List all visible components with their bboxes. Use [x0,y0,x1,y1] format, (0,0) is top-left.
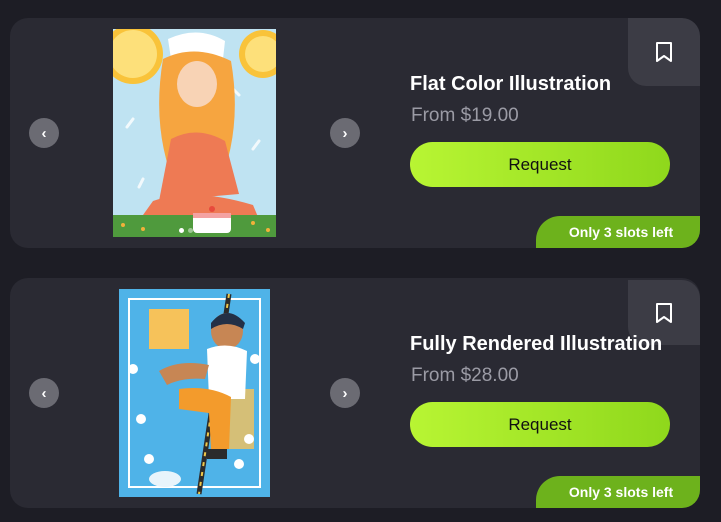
slots-left-badge: Only 3 slots left [536,216,700,248]
artwork-illustration [113,29,276,237]
bookmark-icon [656,302,672,323]
carousel-next-button[interactable]: › [330,378,360,408]
chevron-right-icon: › [342,384,348,402]
slots-left-badge: Only 3 slots left [536,476,700,508]
chevron-left-icon: ‹ [41,124,47,142]
request-button[interactable]: Request [410,402,670,447]
carousel-prev-button[interactable]: ‹ [29,118,59,148]
carousel-prev-button[interactable]: ‹ [29,378,59,408]
artwork-image[interactable] [119,289,270,497]
bookmark-button[interactable] [628,18,700,86]
listing-price: From $19.00 [411,105,519,126]
chevron-right-icon: › [342,124,348,142]
listing-title: Flat Color Illustration [410,73,612,95]
carousel-dot[interactable] [178,228,184,233]
bookmark-icon [656,42,672,62]
listing-card-flat-color: ‹ › Flat Color Illustration From $19.00 … [10,18,700,248]
carousel-dot[interactable] [205,228,211,233]
artwork-illustration [119,289,270,497]
listing-price: From $28.00 [411,365,519,386]
chevron-left-icon: ‹ [41,384,47,402]
artwork-image[interactable] [113,29,276,237]
carousel-dot[interactable] [196,228,202,233]
listing-title: Fully Rendered Illustration [410,333,663,355]
request-button[interactable]: Request [410,142,670,187]
carousel-dot[interactable] [187,228,193,233]
carousel-dots [113,228,276,233]
carousel-next-button[interactable]: › [330,118,360,148]
listing-card-fully-rendered: ‹ › Fully Rendered Illustration From $28… [10,278,700,508]
